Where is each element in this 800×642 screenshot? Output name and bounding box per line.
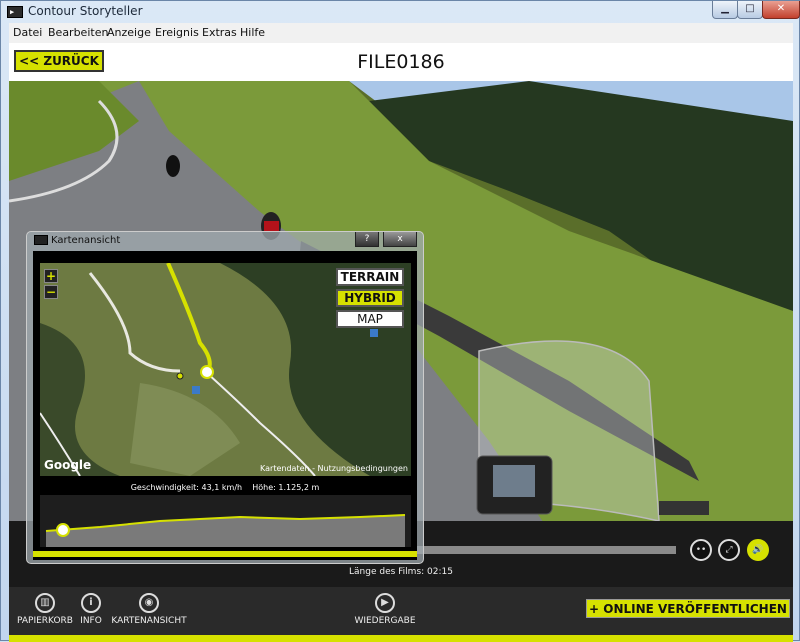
elevation-profile[interactable]	[40, 495, 411, 547]
gps-stats: Geschwindigkeit: 43,1 km/h Höhe: 1.125,2…	[33, 483, 417, 492]
zoom-in-button[interactable]: +	[44, 269, 58, 283]
menu-hilfe[interactable]: Hilfe	[240, 26, 265, 39]
volume-icon[interactable]: 🔊	[747, 539, 769, 561]
expand-icon[interactable]: ⤢	[718, 539, 740, 561]
dialog-title: Kartenansicht	[51, 235, 121, 246]
minimize-button[interactable]: ▁	[712, 1, 738, 19]
info-icon: i	[81, 593, 101, 613]
playback-button[interactable]: ▶ WIEDERGABE	[354, 593, 416, 626]
publish-online-button[interactable]: + ONLINE VERÖFFENTLICHEN	[586, 599, 790, 618]
map-view-label: KARTENANSICHT	[111, 616, 187, 626]
menu-bar: Datei Bearbeiten Anzeige Ereignis Extras…	[9, 23, 793, 43]
file-title: FILE0186	[357, 51, 445, 73]
map-copyright-link[interactable]: Kartendaten - Nutzungsbedingungen	[260, 464, 408, 473]
maximize-button[interactable]: □	[737, 1, 763, 19]
map-dialog[interactable]: Kartenansicht ? x + − TERRAIN HYBRID MAP…	[26, 231, 424, 564]
main-content: FILE0186 << ZURÜCK •• ⤢ 🔊 Länge des Film…	[9, 43, 793, 642]
trash-label: PAPIERKORB	[17, 616, 73, 626]
menu-extras[interactable]: Extras	[202, 26, 237, 39]
elevation-position-marker	[56, 523, 70, 537]
dialog-body: + − TERRAIN HYBRID MAP Google Kartendate…	[33, 251, 417, 560]
play-icon: ▶	[375, 593, 395, 613]
back-button[interactable]: << ZURÜCK	[14, 50, 104, 72]
bottom-toolbar: ▥ PAPIERKORB i INFO ◉ KARTENANSICHT ▶ WI…	[9, 587, 793, 635]
dialog-accent-bar	[33, 551, 417, 557]
info-label: INFO	[80, 616, 102, 626]
google-logo: Google	[44, 458, 92, 472]
zoom-out-button[interactable]: −	[44, 285, 58, 299]
title-bar: ▶ Contour Storyteller ▁ □ ✕	[1, 1, 800, 23]
altitude-readout: Höhe: 1.125,2 m	[252, 483, 320, 492]
speed-readout: Geschwindigkeit: 43,1 km/h	[130, 483, 243, 492]
app-icon: ▶	[7, 6, 23, 18]
playback-label: WIEDERGABE	[354, 616, 416, 626]
window-title: Contour Storyteller	[28, 4, 143, 18]
menu-bearbeiten[interactable]: Bearbeiten	[48, 26, 108, 39]
dialog-app-icon	[34, 235, 48, 245]
film-length: Länge des Films: 02:15	[349, 567, 453, 577]
close-button[interactable]: ✕	[762, 1, 800, 19]
app-window: ▶ Contour Storyteller ▁ □ ✕ Datei Bearbe…	[0, 0, 800, 642]
dots-icon[interactable]: ••	[690, 539, 712, 561]
menu-datei[interactable]: Datei	[13, 26, 42, 39]
trash-icon: ▥	[35, 593, 55, 613]
map-view-button[interactable]: ◉ KARTENANSICHT	[111, 593, 187, 626]
map-type-terrain[interactable]: TERRAIN	[336, 268, 404, 286]
menu-ereignis[interactable]: Ereignis	[155, 26, 199, 39]
map-target-icon: ◉	[139, 593, 159, 613]
map-type-map[interactable]: MAP	[336, 310, 404, 328]
map-view[interactable]: + − TERRAIN HYBRID MAP Google Kartendate…	[40, 263, 411, 476]
header: FILE0186 << ZURÜCK	[9, 43, 793, 81]
trash-button[interactable]: ▥ PAPIERKORB	[17, 593, 73, 626]
dialog-close-button[interactable]: x	[383, 232, 417, 247]
map-type-hybrid[interactable]: HYBRID	[336, 289, 404, 307]
info-button[interactable]: i INFO	[75, 593, 107, 626]
menu-anzeige[interactable]: Anzeige	[107, 26, 151, 39]
dialog-help-button[interactable]: ?	[355, 232, 379, 247]
